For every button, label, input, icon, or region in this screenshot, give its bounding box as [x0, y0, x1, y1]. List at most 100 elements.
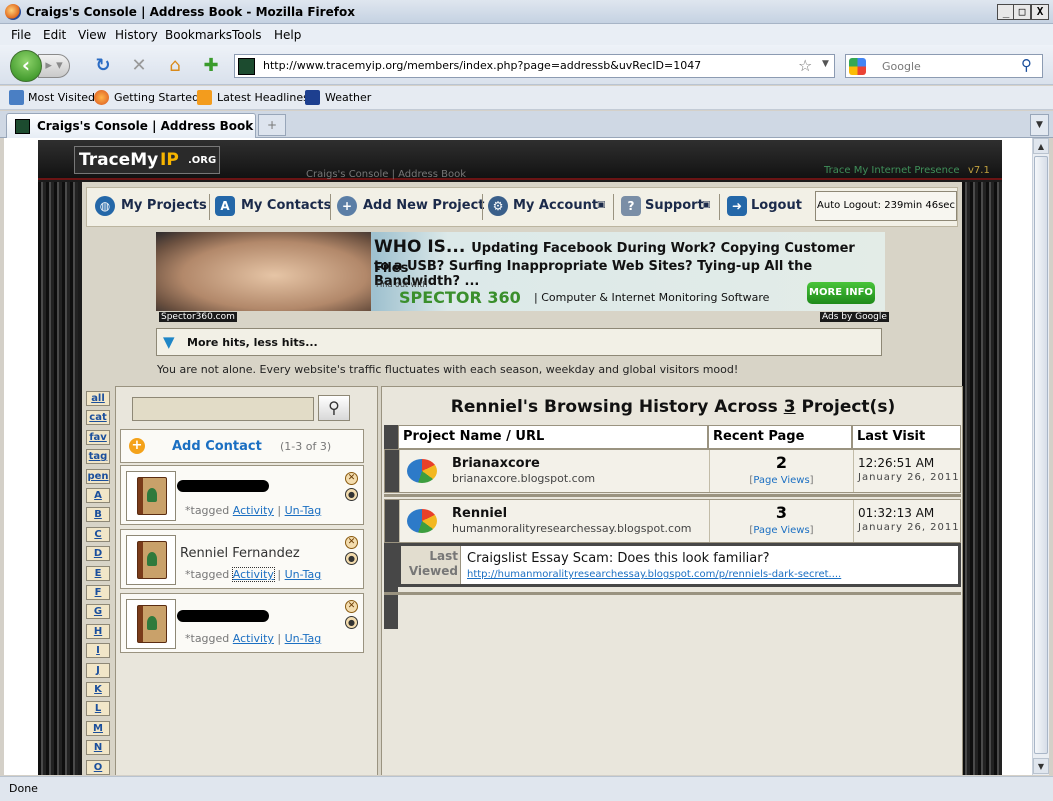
search-input[interactable]: Google ⚲ [845, 54, 1043, 78]
visit-date: January 26, 2011 [858, 472, 960, 483]
letter-filter-L[interactable]: L [86, 701, 110, 717]
user-icon[interactable]: ● [345, 488, 358, 501]
page-views-link: [Page Views] [749, 475, 814, 486]
letter-filter-G[interactable]: G [86, 604, 110, 620]
nav-logout[interactable]: Logout [751, 198, 802, 213]
letter-filter-J[interactable]: J [86, 662, 110, 678]
chevron-down-icon[interactable]: ▼ [822, 59, 829, 69]
untag-link[interactable]: Un-Tag [285, 632, 322, 645]
tip-title: More hits, less hits... [187, 336, 318, 349]
letter-filter-M[interactable]: M [86, 720, 110, 736]
add-bookmark-icon[interactable]: ✚ [200, 55, 222, 77]
nav-separator [719, 194, 720, 220]
menu-edit[interactable]: Edit [43, 28, 66, 42]
letter-filter-O[interactable]: O [86, 759, 110, 775]
support-icon: ? [621, 196, 641, 216]
scroll-up-icon[interactable]: ▲ [1033, 138, 1049, 154]
star-icon[interactable]: ☆ [798, 56, 812, 75]
contact-name[interactable]: Renniel Fernandez [180, 546, 300, 561]
close-button[interactable]: X [1031, 4, 1049, 20]
col-last-visit: Last Visit [852, 425, 961, 449]
pin-icon: ▼ [163, 333, 175, 351]
last-viewed-url[interactable]: http://humanmoralityresearchessay.blogsp… [467, 569, 841, 580]
letter-filter-fav[interactable]: fav [86, 429, 110, 445]
delete-icon[interactable]: ✕ [345, 600, 358, 613]
stop-icon[interactable]: ✕ [128, 55, 150, 77]
letter-filter-cat[interactable]: cat [86, 410, 110, 426]
search-icon[interactable]: ⚲ [1021, 56, 1032, 74]
project-name[interactable]: Renniel [452, 506, 507, 521]
letter-filter-D[interactable]: D [86, 546, 110, 562]
menu-bookmarks[interactable]: Bookmarks [165, 28, 232, 42]
nav-separator [482, 194, 483, 220]
letter-filter-K[interactable]: K [86, 682, 110, 697]
menu-view[interactable]: View [78, 28, 106, 42]
letter-filter-C[interactable]: C [86, 526, 110, 542]
ad-source-link[interactable]: Spector360.com [159, 312, 237, 322]
vertical-scrollbar[interactable]: ▲ ▼ [1032, 138, 1049, 775]
scroll-down-icon[interactable]: ▼ [1033, 758, 1049, 774]
letter-filter-N[interactable]: N [86, 740, 110, 756]
google-icon[interactable] [849, 58, 866, 75]
bookmark-getting-started[interactable]: Getting Started [114, 91, 199, 104]
letter-filter-B[interactable]: B [86, 507, 110, 523]
letter-filter-A[interactable]: A [86, 488, 110, 503]
project-name[interactable]: Brianaxcore [452, 456, 540, 471]
reload-icon[interactable]: ↻ [92, 55, 114, 77]
url-bar[interactable]: http://www.tracemyip.org/members/index.p… [234, 54, 835, 78]
new-tab-button[interactable]: + [258, 114, 286, 136]
search-icon[interactable]: ⚲ [318, 395, 350, 421]
nav-my-account[interactable]: My Account [513, 198, 598, 213]
menu-tools[interactable]: Tools [232, 28, 262, 42]
url-text[interactable]: http://www.tracemyip.org/members/index.p… [263, 59, 701, 72]
chevron-down-icon[interactable]: ▣ [597, 200, 606, 210]
spector-ad-banner[interactable]: WHO IS... Updating Facebook During Work?… [156, 232, 885, 311]
site-navigation: ◍ My Projects A My Contacts + Add New Pr… [86, 187, 958, 227]
tab-address-book[interactable]: Craigs's Console | Address Book [6, 113, 256, 138]
activity-link[interactable]: Activity [233, 632, 274, 645]
nav-add-new-project[interactable]: Add New Project [363, 198, 485, 213]
nav-support[interactable]: Support [645, 198, 704, 213]
menu-help[interactable]: Help [274, 28, 301, 42]
project-url: brianaxcore.blogspot.com [452, 472, 596, 485]
delete-icon[interactable]: ✕ [345, 472, 358, 485]
bookmark-most-visited[interactable]: Most Visited [28, 91, 95, 104]
bookmark-weather[interactable]: Weather [325, 91, 371, 104]
activity-link[interactable]: Activity [231, 567, 275, 582]
breadcrumb: Craigs's Console | Address Book [306, 169, 467, 180]
chevron-down-icon[interactable]: ▣ [702, 200, 711, 210]
home-icon[interactable]: ⌂ [164, 55, 186, 77]
user-icon[interactable]: ● [345, 552, 358, 565]
maximize-button[interactable]: □ [1013, 4, 1031, 20]
nav-my-projects[interactable]: My Projects [121, 198, 207, 213]
visit-time: 12:26:51 AM [858, 456, 935, 470]
pie-chart-icon [407, 459, 437, 483]
letter-filter-I[interactable]: I [86, 643, 110, 659]
tab-list-button[interactable]: ▼ [1030, 114, 1049, 136]
row-marker [385, 450, 399, 492]
activity-link[interactable]: Activity [233, 504, 274, 517]
letter-filter-pen[interactable]: pen [86, 468, 110, 484]
forward-button[interactable]: ▸ ▾ [38, 54, 70, 78]
ads-by-google-link[interactable]: Ads by Google [820, 312, 889, 322]
letter-filter-H[interactable]: H [86, 623, 110, 639]
add-contact-row[interactable]: + Add Contact (1-3 of 3) [120, 429, 364, 463]
add-contact-link[interactable]: Add Contact [172, 439, 262, 454]
untag-link[interactable]: Un-Tag [285, 568, 322, 581]
letter-filter-tag[interactable]: tag [86, 449, 110, 465]
bookmark-latest-headlines[interactable]: Latest Headlines [217, 91, 309, 104]
scroll-thumb[interactable] [1034, 156, 1048, 754]
back-button[interactable]: ‹ [10, 50, 42, 82]
ad-more-info-button[interactable]: MORE INFO [807, 282, 875, 304]
contact-search-input[interactable] [132, 397, 314, 421]
letter-filter-all[interactable]: all [86, 391, 110, 406]
letter-filter-E[interactable]: E [86, 565, 110, 581]
nav-my-contacts[interactable]: My Contacts [241, 198, 331, 213]
untag-link[interactable]: Un-Tag [285, 504, 322, 517]
delete-icon[interactable]: ✕ [345, 536, 358, 549]
tracemyip-logo[interactable]: TraceMy IP .ORG [74, 146, 220, 174]
letter-filter-F[interactable]: F [86, 585, 110, 600]
user-icon[interactable]: ● [345, 616, 358, 629]
menu-history[interactable]: History [115, 28, 158, 42]
menu-file[interactable]: File [11, 28, 31, 42]
